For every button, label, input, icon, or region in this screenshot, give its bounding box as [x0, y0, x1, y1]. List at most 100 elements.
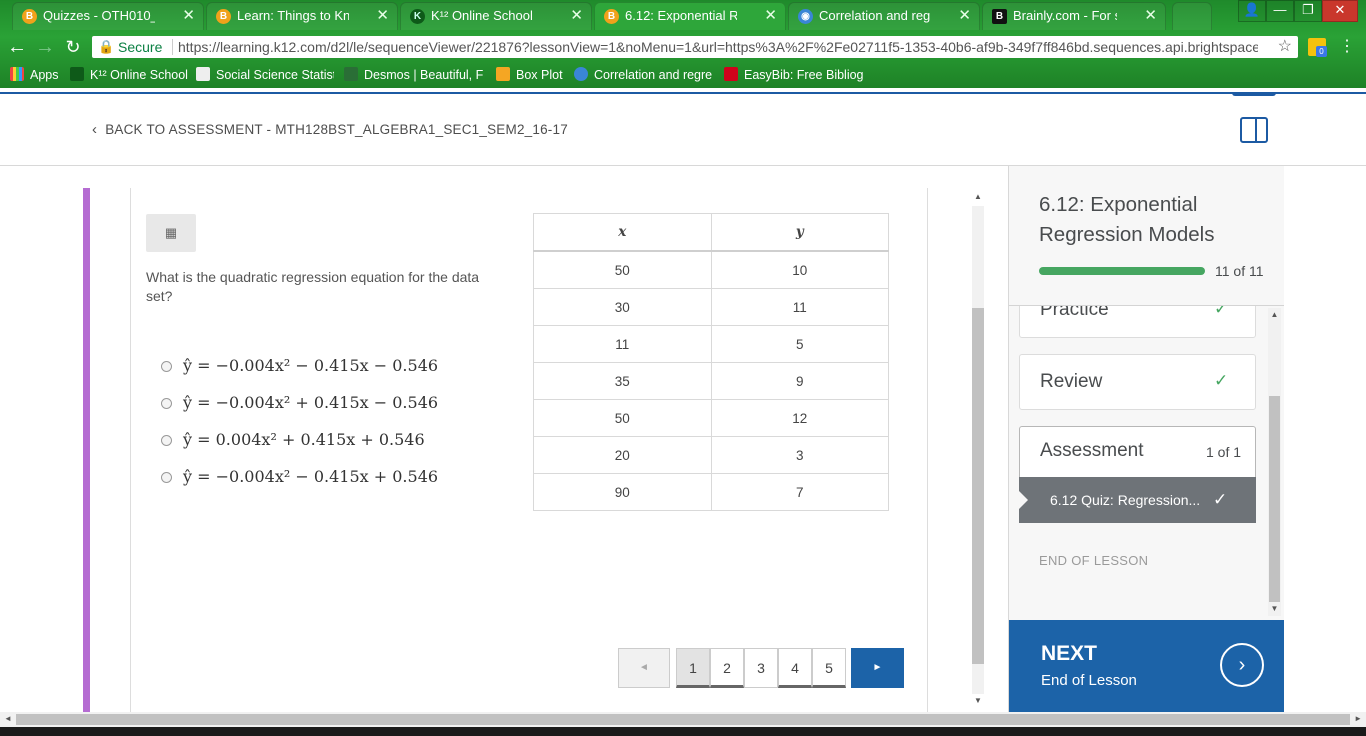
previous-page-button[interactable]: ◄: [618, 648, 670, 688]
profile-icon[interactable]: 👤: [1238, 0, 1266, 22]
minimize-button[interactable]: —: [1266, 0, 1294, 22]
forward-arrow-icon[interactable]: →: [34, 36, 56, 58]
scroll-up-arrow-icon[interactable]: ▲: [972, 192, 984, 201]
page-button[interactable]: 2: [710, 648, 744, 688]
bookmark-item[interactable]: Box Plot: [496, 66, 563, 84]
divider: [172, 39, 173, 55]
globe-icon: [574, 67, 588, 81]
choice-equation: ŷ = −0.004x² + 0.415x − 0.546: [183, 393, 439, 412]
radio-button[interactable]: [161, 361, 172, 372]
bookmark-item[interactable]: K¹² Online School: [70, 66, 188, 84]
table-cell: 7: [710, 473, 889, 511]
table-row: 90 7: [533, 473, 889, 511]
column-header-y: y: [710, 213, 889, 252]
scroll-thumb[interactable]: [972, 308, 984, 664]
close-tab-icon[interactable]: ✕: [182, 3, 195, 29]
reload-icon[interactable]: ↻: [62, 36, 84, 58]
back-to-assessment-link[interactable]: ‹ BACK TO ASSESSMENT - MTH128BST_ALGEBRA1…: [92, 121, 568, 138]
scroll-down-arrow-icon[interactable]: ▼: [972, 696, 984, 705]
address-bar[interactable]: 🔒 Secure https://learning.k12.com/d2l/le…: [92, 36, 1298, 58]
page-button[interactable]: 4: [778, 648, 812, 688]
panel-toggle-button[interactable]: [1240, 117, 1268, 143]
bookmark-item[interactable]: Social Science Statisti: [196, 66, 334, 84]
bookmarks-bar: Apps K¹² Online School Social Science St…: [0, 62, 1366, 88]
new-tab-button[interactable]: [1172, 2, 1212, 30]
next-page-button[interactable]: ►: [851, 648, 904, 688]
progress-bar: [1039, 267, 1205, 275]
close-tab-icon[interactable]: ✕: [1144, 3, 1157, 29]
bookmark-item[interactable]: Desmos | Beautiful, Fr: [344, 66, 484, 84]
radio-button[interactable]: [161, 435, 172, 446]
table-cell: 5: [710, 325, 889, 363]
lesson-item-review[interactable]: Review ✓: [1019, 354, 1256, 410]
table-row: 11 5: [533, 325, 889, 363]
lesson-item-assessment[interactable]: Assessment 1 of 1: [1019, 426, 1256, 478]
data-table: x y 50 10 30 11 11 5 35 9 50 12 20 3 90 7: [533, 213, 889, 511]
horizontal-scrollbar[interactable]: ◄ ►: [0, 712, 1366, 727]
browser-toolbar: ← → ↻ 🔒 Secure https://learning.k12.com/…: [0, 32, 1366, 62]
lock-icon: 🔒: [98, 39, 115, 54]
tab-indicator: [1232, 92, 1276, 96]
check-icon: ✓: [1214, 306, 1229, 318]
close-tab-icon[interactable]: ✕: [764, 3, 777, 29]
quiz-item-active[interactable]: 6.12 Quiz: Regression... ✓: [1019, 477, 1256, 523]
browser-chrome: B Quizzes - OTH010_Healt ✕ B Learn: Thin…: [0, 0, 1366, 92]
choice-equation: ŷ = 0.004x² + 0.415x + 0.546: [183, 430, 425, 449]
content-scrollbar[interactable]: ▲ ▼: [972, 192, 984, 708]
close-tab-icon[interactable]: ✕: [570, 3, 583, 29]
scroll-thumb[interactable]: [16, 714, 1350, 725]
url-text: https://learning.k12.com/d2l/le/sequence…: [178, 39, 1258, 55]
table-cell: 30: [533, 288, 712, 326]
table-row: 20 3: [533, 436, 889, 474]
menu-icon[interactable]: ⋮: [1336, 36, 1358, 58]
choice-equation: ŷ = −0.004x² − 0.415x − 0.546: [183, 356, 439, 375]
brainly-b-icon: B: [992, 9, 1007, 24]
extension-icon[interactable]: 0: [1308, 38, 1327, 57]
browser-tab[interactable]: B Brainly.com - For studen ✕: [982, 2, 1166, 30]
brainly-icon: B: [604, 9, 619, 24]
calculator-button[interactable]: ▦: [146, 214, 196, 252]
lesson-item-practice[interactable]: Practice ✓: [1019, 306, 1256, 338]
browser-tab[interactable]: B Learn: Things to Know Al ✕: [206, 2, 398, 30]
taskbar: [0, 727, 1366, 736]
k12-icon: K: [410, 9, 425, 24]
sidebar-scrollbar[interactable]: ▲ ▼: [1268, 308, 1281, 616]
scroll-thumb[interactable]: [1269, 396, 1280, 602]
scroll-up-arrow-icon[interactable]: ▲: [1268, 310, 1281, 319]
table-cell: 11: [533, 325, 712, 363]
page-button[interactable]: 3: [744, 648, 778, 688]
browser-tab[interactable]: K K¹² Online School ✕: [400, 2, 592, 30]
browser-tab[interactable]: B Quizzes - OTH010_Healt ✕: [12, 2, 204, 30]
page-button[interactable]: 1: [676, 648, 710, 688]
column-header-x: x: [533, 213, 712, 252]
table-cell: 9: [710, 362, 889, 400]
browser-tab[interactable]: ◉ Correlation and regressic ✕: [788, 2, 980, 30]
radio-button[interactable]: [161, 472, 172, 483]
k12-icon: [70, 67, 84, 81]
assessment-count: 1 of 1: [1206, 444, 1242, 460]
scroll-left-arrow-icon[interactable]: ◄: [4, 714, 12, 723]
close-tab-icon[interactable]: ✕: [376, 3, 389, 29]
scroll-down-arrow-icon[interactable]: ▼: [1268, 604, 1281, 613]
close-tab-icon[interactable]: ✕: [958, 3, 971, 29]
bookmark-apps[interactable]: Apps: [10, 66, 59, 84]
page-button[interactable]: 5: [812, 648, 846, 688]
table-row: 50 12: [533, 399, 889, 437]
back-arrow-icon[interactable]: ←: [6, 36, 28, 58]
close-window-button[interactable]: ✕: [1322, 0, 1358, 22]
table-cell: 35: [533, 362, 712, 400]
bookmark-star-icon[interactable]: ☆: [1278, 36, 1292, 58]
easybib-icon: [724, 67, 738, 81]
lesson-title: 6.12: Exponential Regression Models: [1039, 193, 1215, 246]
table-cell: 20: [533, 436, 712, 474]
desmos-icon: [344, 67, 358, 81]
bookmark-item[interactable]: Correlation and regre: [574, 66, 714, 84]
radio-button[interactable]: [161, 398, 172, 409]
restore-button[interactable]: ❐: [1294, 0, 1322, 22]
bookmark-item[interactable]: EasyBib: Free Bibliogr: [724, 66, 864, 84]
question-text: What is the quadratic regression equatio…: [146, 269, 480, 304]
browser-tab-active[interactable]: B 6.12: Exponential Regres ✕: [594, 2, 786, 30]
next-lesson-button[interactable]: NEXT End of Lesson ›: [1009, 620, 1284, 712]
scroll-right-arrow-icon[interactable]: ►: [1354, 714, 1362, 723]
globe-icon: ◉: [798, 9, 813, 24]
